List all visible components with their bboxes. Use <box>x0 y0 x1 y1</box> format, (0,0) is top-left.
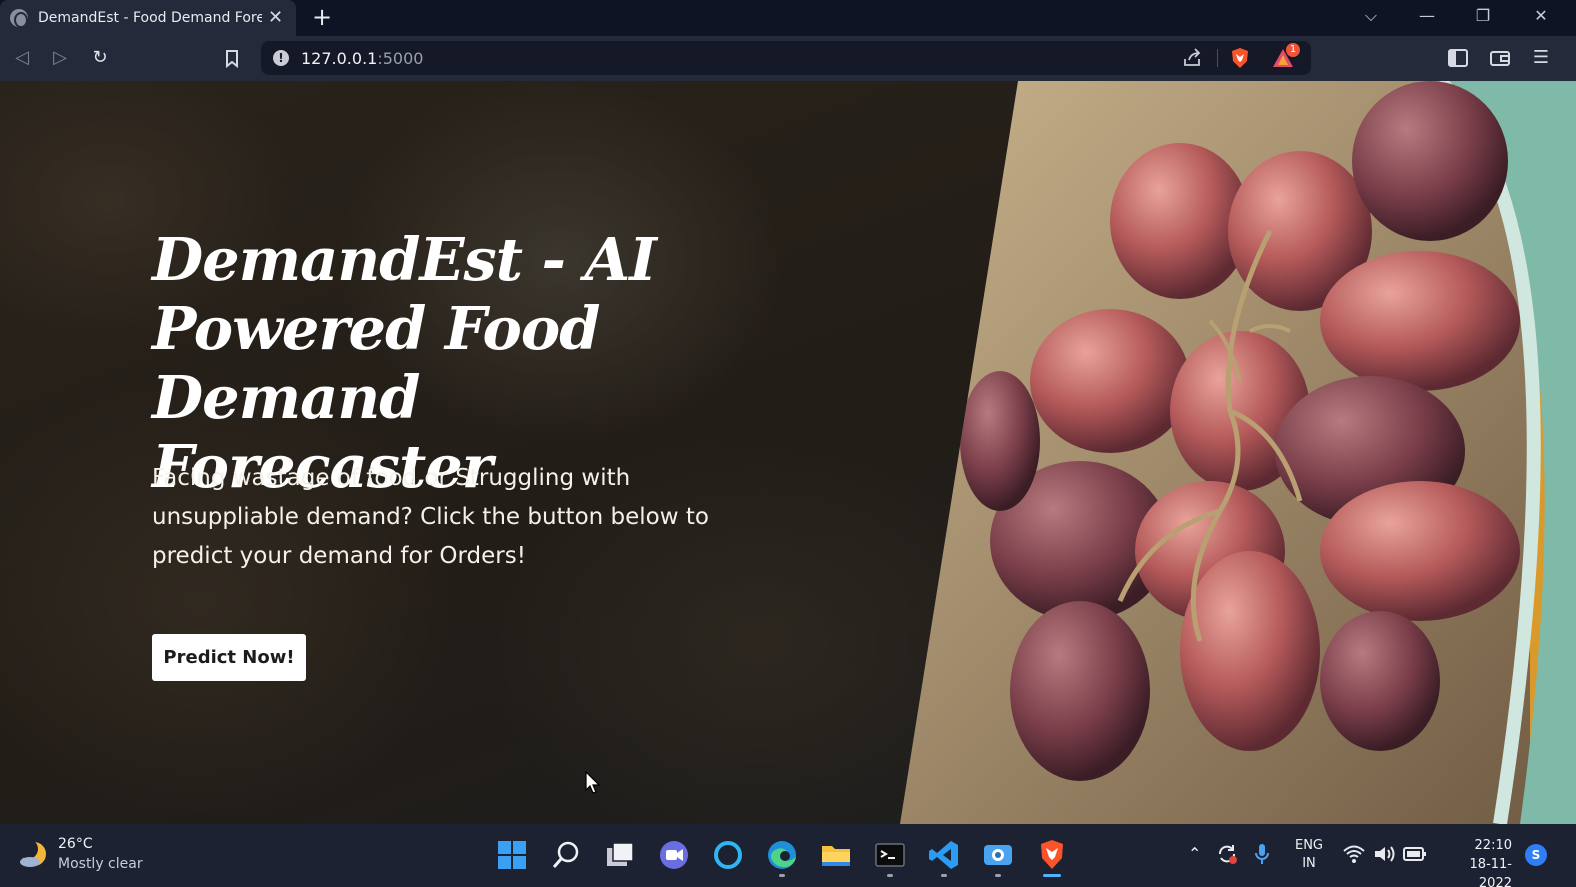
terminal-running-indicator <box>887 874 893 877</box>
new-tab-button[interactable]: + <box>312 4 332 30</box>
camera-app-icon[interactable] <box>981 838 1015 872</box>
brave-shield-icon[interactable] <box>1229 47 1251 69</box>
url-text[interactable]: 127.0.0.1:5000 <box>301 49 423 68</box>
camera-running-indicator <box>995 874 1001 877</box>
microphone-icon[interactable] <box>1252 842 1272 866</box>
windows-taskbar: 26°C Mostly clear ⌃ ENG IN 22:10 18-11-2… <box>0 824 1576 887</box>
wallet-icon[interactable] <box>1486 44 1514 72</box>
chevron-up-icon[interactable]: ⌃ <box>1188 844 1201 864</box>
teams-chat-icon[interactable] <box>657 838 691 872</box>
brave-app-icon[interactable] <box>1035 838 1069 872</box>
page-hero-section: DemandEst - AI Powered Food Demand Forec… <box>0 81 1576 824</box>
hero-subtitle: Facing wastage of food or Struggling wit… <box>152 465 709 569</box>
mouse-cursor-icon <box>585 771 601 794</box>
tab-search-chevron-icon[interactable]: ⌵ <box>1356 4 1386 28</box>
minimize-window-icon[interactable]: — <box>1412 4 1442 28</box>
moon-weather-icon[interactable] <box>18 838 50 870</box>
clock-date: 18-11-2022 <box>1469 857 1512 887</box>
terminal-icon[interactable] <box>873 838 907 872</box>
task-view-icon[interactable] <box>603 838 637 872</box>
browser-toolbar: ◁ ▷ ↻ ! 127.0.0.1:5000 1 ☰ <box>0 36 1576 81</box>
file-explorer-icon[interactable] <box>819 838 853 872</box>
clock-time: 22:10 <box>1474 838 1512 853</box>
site-info-icon[interactable]: ! <box>273 50 289 66</box>
weather-description[interactable]: Mostly clear <box>58 856 143 872</box>
forward-icon[interactable]: ▷ <box>46 44 74 72</box>
cortana-icon[interactable] <box>711 838 745 872</box>
sync-icon[interactable] <box>1215 842 1239 866</box>
weather-temperature[interactable]: 26°C <box>58 836 93 852</box>
search-icon[interactable] <box>549 838 583 872</box>
region-code: IN <box>1302 856 1316 871</box>
vscode-icon[interactable] <box>927 838 961 872</box>
menu-icon[interactable]: ☰ <box>1527 44 1555 72</box>
notification-badge[interactable]: S <box>1525 844 1547 866</box>
address-bar-separator <box>1217 49 1218 67</box>
wifi-icon[interactable] <box>1343 844 1365 864</box>
address-bar[interactable]: ! 127.0.0.1:5000 1 <box>261 41 1311 75</box>
reload-icon[interactable]: ↻ <box>86 44 114 72</box>
close-window-icon[interactable]: ✕ <box>1526 4 1556 28</box>
rewards-badge: 1 <box>1286 43 1300 57</box>
share-icon[interactable] <box>1181 47 1203 69</box>
browser-tab-strip: DemandEst - Food Demand Forec ✕ + ⌵ — ❐ … <box>0 0 1576 36</box>
brave-active-indicator <box>1043 874 1061 877</box>
bookmark-icon[interactable] <box>218 44 246 72</box>
battery-icon[interactable] <box>1403 846 1427 862</box>
sidebar-icon[interactable] <box>1444 44 1472 72</box>
predict-now-button[interactable]: Predict Now! <box>152 634 306 681</box>
globe-favicon-icon <box>10 9 28 28</box>
back-icon[interactable]: ◁ <box>8 44 36 72</box>
restore-window-icon[interactable]: ❐ <box>1468 4 1498 28</box>
windows-start-icon[interactable] <box>495 838 529 872</box>
system-clock[interactable]: 22:10 18-11-2022 <box>1440 836 1512 887</box>
volume-icon[interactable] <box>1373 844 1397 864</box>
edge-icon[interactable] <box>765 838 799 872</box>
language-code: ENG <box>1294 838 1323 853</box>
vscode-running-indicator <box>941 874 947 877</box>
edge-running-indicator <box>779 874 785 877</box>
close-tab-icon[interactable]: ✕ <box>268 9 283 27</box>
tab-title: DemandEst - Food Demand Forec <box>38 10 262 26</box>
browser-tab[interactable]: DemandEst - Food Demand Forec ✕ <box>0 0 296 36</box>
language-indicator[interactable]: ENG IN <box>1294 837 1324 873</box>
